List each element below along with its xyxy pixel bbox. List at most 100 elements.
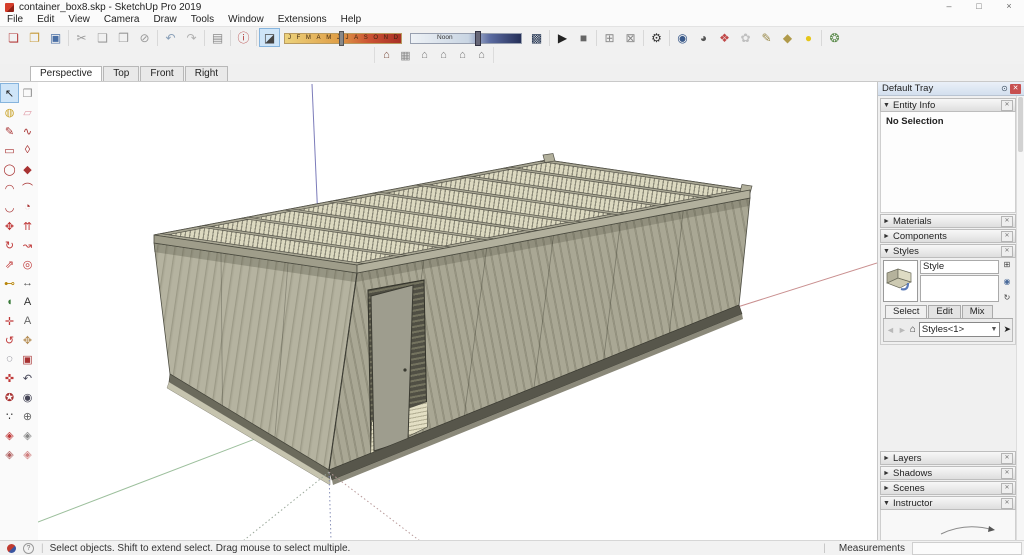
tool-section-display[interactable]: ◈ bbox=[19, 426, 36, 444]
section-scenes[interactable]: ► Scenes ✕ bbox=[880, 481, 1016, 495]
tool-walk[interactable]: ∵ bbox=[1, 407, 18, 425]
tool-zoom-extents[interactable]: ✜ bbox=[1, 369, 18, 387]
tool-offset[interactable]: ◎ bbox=[19, 255, 36, 273]
toolbar-icon-shadows-toggle[interactable]: ◪ bbox=[259, 28, 280, 47]
tool-section-plane[interactable]: ◈ bbox=[1, 426, 18, 444]
tool-zoom[interactable]: ◌ bbox=[1, 350, 18, 368]
close-icon[interactable]: ✕ bbox=[1001, 497, 1013, 509]
back-arrow-icon[interactable]: ◄ bbox=[886, 325, 895, 335]
menu-item-tools[interactable]: Tools bbox=[184, 14, 221, 26]
tool-tape-measure[interactable]: ⊷ bbox=[1, 274, 18, 292]
close-icon[interactable]: ✕ bbox=[1001, 215, 1013, 227]
close-icon[interactable]: ✕ bbox=[1001, 452, 1013, 464]
tool-rotate[interactable]: ↻ bbox=[1, 236, 18, 254]
section-layers[interactable]: ► Layers ✕ bbox=[880, 451, 1016, 465]
scene-tab-front[interactable]: Front bbox=[140, 66, 184, 81]
forward-arrow-icon[interactable]: ► bbox=[898, 325, 907, 335]
tool-follow-me[interactable]: ↝ bbox=[19, 236, 36, 254]
tool-two-point-arc[interactable]: ⌒ bbox=[19, 179, 36, 197]
tool-freehand[interactable]: ∿ bbox=[19, 122, 36, 140]
toolbar-icon-light-bulb[interactable]: ● bbox=[798, 28, 819, 47]
model-viewport[interactable] bbox=[37, 82, 878, 542]
toolbar-icon[interactable] bbox=[68, 29, 69, 46]
scene-tab-right[interactable]: Right bbox=[184, 66, 229, 81]
toolbar-icon-asset-package[interactable]: ◆ bbox=[777, 28, 798, 47]
toolbar-icon-add-scene[interactable]: ⊞ bbox=[599, 28, 620, 47]
geolocation-icon[interactable] bbox=[7, 543, 16, 553]
toolbar-icon-print[interactable]: ▤ bbox=[207, 28, 228, 47]
tool-position-camera[interactable]: ✪ bbox=[1, 388, 18, 406]
menu-item-help[interactable]: Help bbox=[334, 14, 369, 26]
help-icon[interactable]: ? bbox=[23, 542, 34, 554]
close-icon[interactable]: ✕ bbox=[1001, 99, 1013, 111]
details-arrow-icon[interactable]: ➤ bbox=[1003, 324, 1011, 335]
tab-edit[interactable]: Edit bbox=[928, 305, 961, 318]
tool-center-view[interactable]: ⊕ bbox=[19, 407, 36, 425]
toolbar-icon[interactable] bbox=[821, 29, 822, 46]
toolbar-icon[interactable] bbox=[549, 29, 550, 46]
tool-paint-bucket[interactable]: ◍ bbox=[1, 103, 18, 121]
chevron-down-icon[interactable]: ▼ bbox=[883, 248, 893, 255]
tray-scrollbar[interactable] bbox=[1016, 96, 1024, 541]
chevron-right-icon[interactable]: ► bbox=[883, 485, 893, 492]
toolbar-icon[interactable] bbox=[643, 29, 644, 46]
section-shadows[interactable]: ► Shadows ✕ bbox=[880, 466, 1016, 480]
toolbar-icon-interactive-render[interactable]: ◉ bbox=[672, 28, 693, 47]
close-icon[interactable]: ✕ bbox=[1001, 245, 1013, 257]
toolbar-icon[interactable] bbox=[157, 29, 158, 46]
tool-orbit[interactable]: ↺ bbox=[1, 331, 18, 349]
tool-three-point-arc[interactable]: ◡ bbox=[1, 198, 18, 216]
menu-item-window[interactable]: Window bbox=[221, 14, 271, 26]
toolbar-icon-new[interactable]: ❏ bbox=[3, 28, 24, 47]
tool-scale[interactable]: ⇗ bbox=[1, 255, 18, 273]
toolbar-icon-view-back[interactable]: ⌂ bbox=[453, 47, 472, 63]
toolbar-icon-view-front[interactable]: ⌂ bbox=[415, 47, 434, 63]
viewport-canvas[interactable] bbox=[37, 82, 878, 542]
scene-tab-top[interactable]: Top bbox=[103, 66, 140, 81]
tool-pie[interactable]: ◔ bbox=[19, 198, 36, 216]
toolbar-icon-render-sphere[interactable]: ◕ bbox=[693, 28, 714, 47]
tool-eraser[interactable]: ▱ bbox=[19, 103, 36, 121]
secondary-pane-icon[interactable]: ⊞ bbox=[1004, 260, 1011, 269]
shadow-time-slider[interactable]: Noon bbox=[410, 30, 522, 46]
tool-rectangle[interactable]: ▭ bbox=[1, 141, 18, 159]
tool-section-outline[interactable]: ◈ bbox=[19, 445, 36, 463]
tool-push-pull[interactable]: ⇈ bbox=[19, 217, 36, 235]
pin-icon[interactable]: ⊙ bbox=[999, 84, 1010, 93]
tool-select[interactable]: ↖ bbox=[0, 83, 19, 103]
tool-section-fill[interactable]: ◈ bbox=[1, 445, 18, 463]
menu-item-extensions[interactable]: Extensions bbox=[271, 14, 334, 26]
toolbar-icon-model-info[interactable]: ⓘ bbox=[233, 28, 254, 47]
menu-item-draw[interactable]: Draw bbox=[146, 14, 183, 26]
toolbar-icon-redo[interactable]: ↷ bbox=[181, 28, 202, 47]
style-thumbnail[interactable] bbox=[883, 260, 918, 302]
close-icon[interactable]: ✕ bbox=[1001, 467, 1013, 479]
toolbar-icon-view-right[interactable]: ⌂ bbox=[434, 47, 453, 63]
toolbar-icon[interactable] bbox=[669, 29, 670, 46]
tool-polygon[interactable]: ◆ bbox=[19, 160, 36, 178]
toolbar-icon-view-iso[interactable]: ⌂ bbox=[377, 47, 396, 63]
create-style-icon[interactable]: ◉ bbox=[1004, 277, 1011, 286]
toolbar-icon[interactable] bbox=[230, 29, 231, 46]
section-instructor[interactable]: ▼ Instructor ✕ bbox=[880, 496, 1016, 510]
tool-axes[interactable]: ✛ bbox=[1, 312, 18, 330]
toolbar-icon[interactable] bbox=[256, 29, 257, 46]
update-style-icon[interactable]: ↻ bbox=[1004, 293, 1011, 302]
toolbar-icon-undo[interactable]: ↶ bbox=[160, 28, 181, 47]
tool-make-component[interactable]: ❒ bbox=[19, 84, 36, 102]
tray-close-icon[interactable]: ✕ bbox=[1010, 83, 1021, 94]
in-model-icon[interactable]: ⌂ bbox=[910, 324, 916, 335]
section-entity-info[interactable]: ▼ Entity Info ✕ bbox=[880, 98, 1016, 112]
chevron-right-icon[interactable]: ► bbox=[883, 233, 893, 240]
toolbar-icon-render-settings[interactable]: ⚙ bbox=[646, 28, 667, 47]
chevron-down-icon[interactable]: ▼ bbox=[883, 102, 893, 109]
tool-text[interactable]: A bbox=[19, 293, 36, 311]
style-name-field[interactable]: Style bbox=[920, 260, 999, 274]
toolbar-icon-paste[interactable]: ❒ bbox=[113, 28, 134, 47]
minimize-button[interactable]: – bbox=[934, 0, 964, 14]
tool-look-around[interactable]: ◉ bbox=[19, 388, 36, 406]
menu-item-edit[interactable]: Edit bbox=[30, 14, 61, 26]
chevron-right-icon[interactable]: ► bbox=[883, 455, 893, 462]
menu-item-file[interactable]: File bbox=[0, 14, 30, 26]
door-opening[interactable] bbox=[367, 279, 428, 455]
